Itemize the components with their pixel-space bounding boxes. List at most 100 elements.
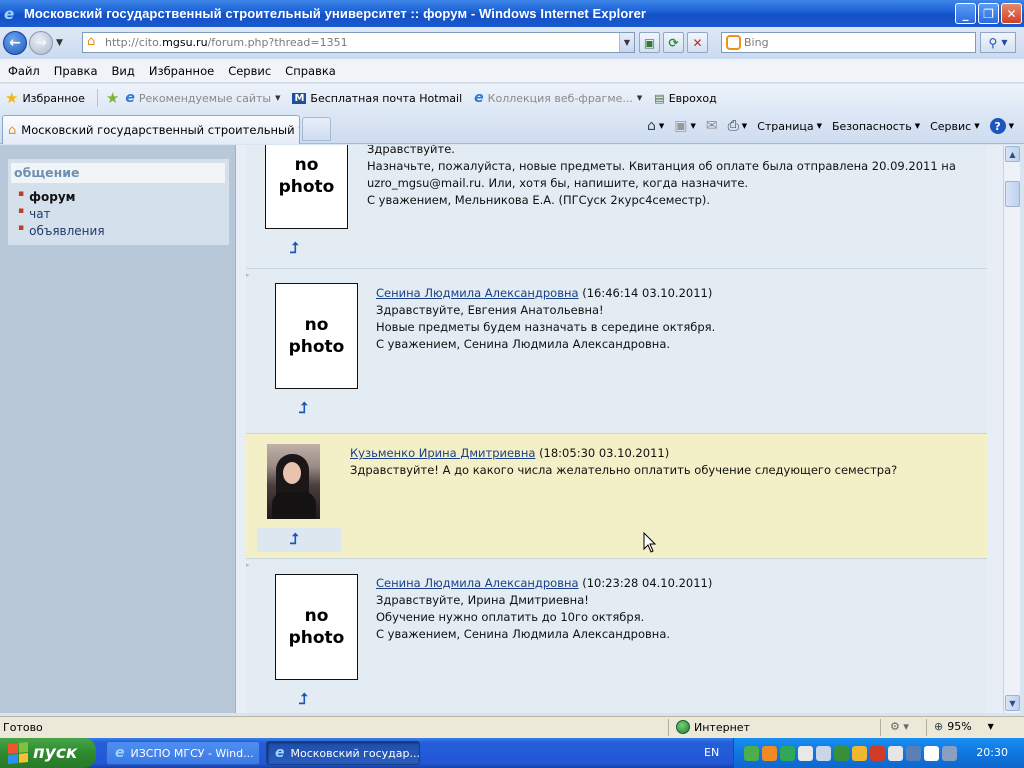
favorites-bar: ★ Избранное ★ e Рекомендуемые сайты ▼ M … [0,84,1024,112]
tray-icon[interactable] [924,745,939,761]
favorites-button[interactable]: ★ Избранное [5,89,85,107]
add-favorite-button[interactable]: ★ [106,89,119,107]
separator [880,719,881,736]
tab-bar: ⌂ Московский государственный строительны… [0,112,1024,144]
print-button[interactable]: ⎙ ▼ [728,118,748,134]
tray-icon[interactable] [798,745,813,761]
page-menu[interactable]: Страница ▼ [757,120,822,133]
menu-file[interactable]: Файл [8,64,40,78]
scroll-top-arrow-icon[interactable]: ⮥ [299,690,308,708]
post-body: Сенина Людмила Александровна (16:46:14 0… [376,285,715,353]
menu-bar: Файл Правка Вид Избранное Сервис Справка [0,59,1024,83]
restore-button[interactable]: ❐ [978,3,999,24]
title-bar: e Московский государственный строительны… [0,0,1024,27]
tray-icon[interactable] [762,745,777,761]
safety-menu-label: Безопасность [831,119,912,133]
address-bar[interactable]: ⌂ http://cito. mgsu.ru/forum.php?thread=1… [82,32,635,53]
taskbar-item[interactable]: e ИЗСПО МГСУ - Wind... [106,741,260,765]
post-header: Сенина Людмила Александровна (10:23:28 0… [376,575,712,592]
sidebar-item-forum[interactable]: ▪ форум [18,189,105,206]
forum-post: no photo ⮥ Здравствуйте. Назначьте, пожа… [246,145,987,269]
tray-icon[interactable] [816,745,831,761]
language-indicator[interactable]: EN [704,746,719,759]
post-line: Здравствуйте! А до какого числа желатель… [350,463,898,477]
safety-menu[interactable]: Безопасность ▼ [832,120,920,133]
page-icon: ⌂ [87,34,96,49]
tab-label: Московский государственный строительный … [21,123,299,137]
address-tools: ▣ ⟳ ✕ [639,32,708,53]
site-icon: ▤ [654,91,665,105]
dropdown-arrow-icon[interactable]: ▼ [637,94,642,102]
protected-mode-icon[interactable]: ⚙ ▾ [890,720,909,733]
tray-icon[interactable] [870,745,885,761]
no-photo-placeholder: no photo [275,283,358,389]
new-tab-button[interactable] [302,117,331,141]
start-button[interactable]: пуск [0,738,96,768]
web-slice-icon: e [474,90,484,106]
post-body: Кузьменко Ирина Дмитриевна (18:05:30 03.… [350,445,897,479]
scroll-thumb[interactable] [1005,181,1020,207]
help-button[interactable]: ? ▼ [989,118,1014,134]
taskbar-item-active[interactable]: e Московский государ... [266,741,420,765]
post-line: Здравствуйте. [367,145,455,156]
post-author-link[interactable]: Сенина Людмила Александровна [376,576,579,590]
sidebar-item-chat[interactable]: ▪ чат [18,206,105,223]
scroll-top-arrow-icon[interactable]: ⮥ [299,399,308,417]
post-line: Здравствуйте, Евгения Анатольевна! [376,303,604,317]
separator [926,719,927,736]
minimize-button[interactable]: _ [955,3,976,24]
fav-suggested-sites[interactable]: e Рекомендуемые сайты ▼ [125,90,280,106]
menu-favorites[interactable]: Избранное [149,64,214,78]
windows-logo-icon [8,741,28,765]
security-zone[interactable]: Интернет [676,720,750,734]
tray-icon[interactable] [942,745,957,761]
zoom-dropdown-icon[interactable]: ▼ [988,722,994,731]
post-line: Обучение нужно оплатить до 10го октября. [376,610,645,624]
tray-icon[interactable] [744,745,759,761]
menu-help[interactable]: Справка [285,64,336,78]
search-options-icon[interactable]: ▼ [1001,38,1007,47]
stop-icon[interactable]: ✕ [687,32,708,53]
dropdown-arrow-icon[interactable]: ▼ [275,94,280,102]
menu-view[interactable]: Вид [112,64,135,78]
tray-icon[interactable] [834,745,849,761]
menu-edit[interactable]: Правка [54,64,98,78]
search-input[interactable]: Bing [721,32,976,53]
post-author-link[interactable]: Кузьменко Ирина Дмитриевна [350,446,535,460]
tray-icon[interactable] [906,745,921,761]
fav-hotmail[interactable]: M Бесплатная почта Hotmail [292,92,462,105]
scroll-down-button[interactable]: ▼ [1005,695,1020,711]
back-button[interactable]: ← [3,31,27,55]
vertical-scrollbar[interactable]: ▲ ▼ [1003,145,1020,713]
fav-evrohod[interactable]: ▤ Евроход [654,92,716,105]
forum-post: ▸ no photo ⮥ Сенина Людмила Александровн… [246,559,987,713]
refresh-icon[interactable]: ⟳ [663,32,684,53]
close-button[interactable]: ✕ [1001,3,1022,24]
tab-current[interactable]: ⌂ Московский государственный строительны… [2,115,300,144]
separator [96,89,98,107]
zoom-control[interactable]: ⊕ 95% ▼ [934,720,994,733]
zone-label: Интернет [694,720,750,734]
scroll-top-arrow-icon[interactable]: ⮥ [290,530,299,548]
sidebar-item-announcements[interactable]: ▪ объявления [18,223,105,240]
avatar [267,444,320,519]
arrow-bar [257,528,341,552]
tray-icon[interactable] [780,745,795,761]
compatibility-view-icon[interactable]: ▣ [639,32,660,53]
scroll-up-button[interactable]: ▲ [1005,146,1020,162]
forward-button[interactable]: → [29,31,53,55]
tools-menu[interactable]: Сервис ▼ [930,120,980,133]
fav-web-slices[interactable]: e Коллекция веб-фрагме... ▼ [474,90,642,106]
address-dropdown-icon[interactable]: ▼ [619,33,634,52]
tray-icon[interactable] [888,745,903,761]
menu-tools[interactable]: Сервис [228,64,271,78]
history-dropdown-icon[interactable]: ▼ [56,38,63,48]
home-button[interactable]: ⌂ ▼ [647,118,664,134]
search-button[interactable]: ⚲ ▼ [980,32,1016,53]
post-author-link[interactable]: Сенина Людмила Александровна [376,286,579,300]
address-row: ← → ▼ ⌂ http://cito. mgsu.ru/forum.php?th… [0,27,1024,59]
mail-button[interactable]: ✉ [706,118,718,134]
scroll-top-arrow-icon[interactable]: ⮥ [290,239,299,257]
feeds-button[interactable]: ▣ ▼ [674,118,696,134]
tray-icon[interactable] [852,745,867,761]
